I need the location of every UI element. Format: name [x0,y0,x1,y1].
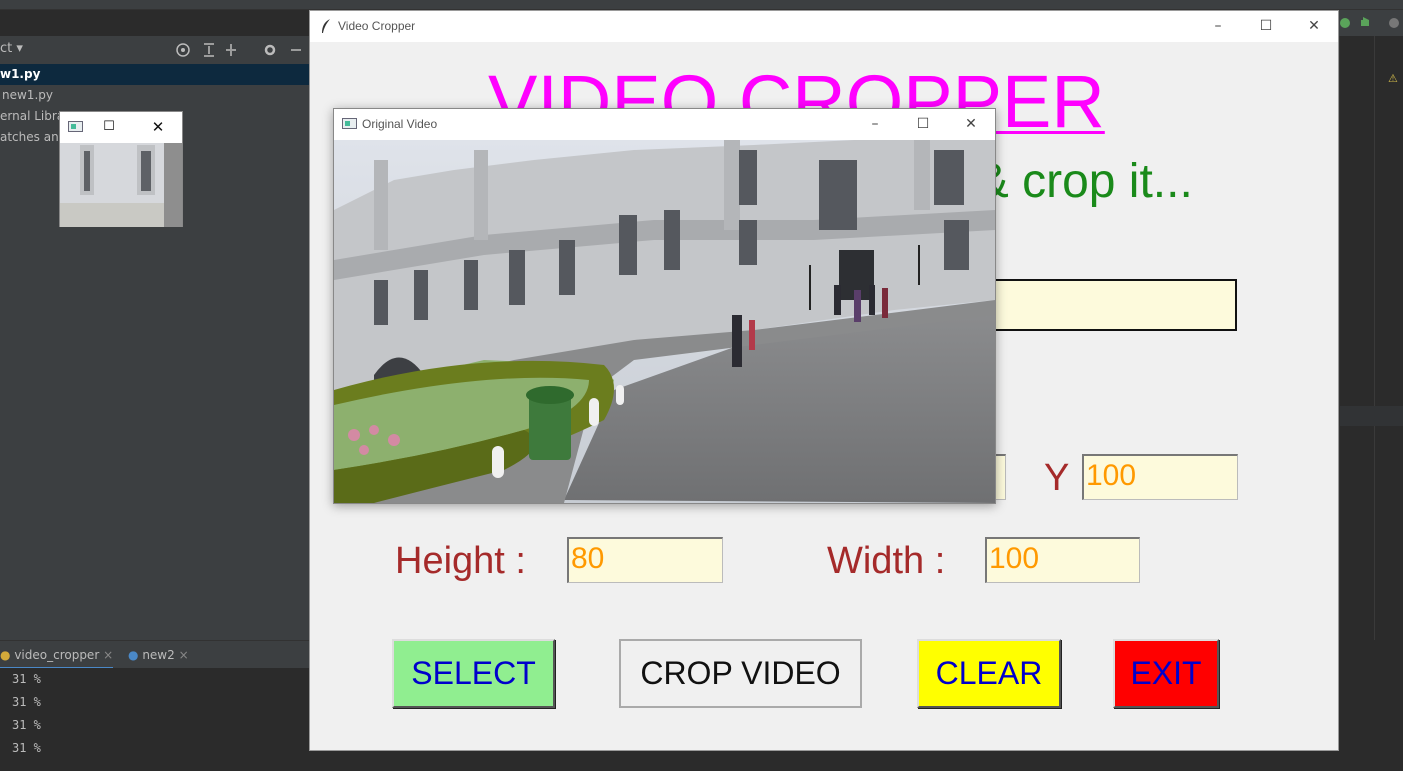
video-titlebar: Original Video – ☐ ✕ [334,109,995,140]
close-icon[interactable]: × [179,648,189,662]
video-frame-image [334,140,995,503]
console-line: 31 % [12,695,41,709]
width-field[interactable]: 100 [985,537,1140,583]
cropped-video-window[interactable]: ☐ ✕ [59,111,183,227]
maximize-icon[interactable]: ☐ [93,112,125,142]
close-icon[interactable]: ✕ [948,109,994,140]
cropped-building-image [60,143,182,227]
maximize-icon[interactable]: ☐ [1243,11,1289,42]
mini-titlebar: ☐ ✕ [60,112,182,142]
maximize-icon[interactable]: ☐ [900,109,946,140]
height-label: Height : [395,540,526,582]
project-toolbar: ct ▾ [0,36,309,64]
y-field[interactable]: 100 [1082,454,1238,500]
exit-button[interactable]: EXIT [1113,639,1219,708]
main-titlebar: Video Cropper – ☐ ✕ [310,11,1338,42]
python-icon: ● [128,648,139,662]
minimize-icon[interactable]: – [1195,11,1241,42]
height-field[interactable]: 80 [567,537,723,583]
video-frame [334,140,995,503]
console-line: 31 % [12,718,41,732]
project-view-selector[interactable]: ct ▾ [0,41,23,56]
clear-button[interactable]: CLEAR [917,639,1061,708]
close-icon[interactable]: × [103,648,113,662]
tree-item-new1[interactable]: w1.py [0,64,309,85]
tree-item-new1-file[interactable]: new1.py [0,85,309,106]
project-toolbar-icons [176,43,301,57]
editor-highlight-row [1340,406,1403,426]
window-title: Video Cropper [338,19,416,33]
select-button[interactable]: SELECT [392,639,555,708]
original-video-window[interactable]: Original Video – ☐ ✕ [333,108,996,504]
run-tabs: ● video_cropper × ● new2 × [0,640,309,669]
warning-icon: ⚠ [1388,72,1398,85]
tab-new2[interactable]: ● new2 × [128,641,189,669]
minimize-icon[interactable]: – [852,109,898,140]
y-label: Y [1044,457,1070,499]
ide-top-bar [0,0,1403,10]
console-output: 31 % 31 % 31 % 31 % [0,668,309,771]
tab-video-cropper[interactable]: ● video_cropper × [0,641,113,669]
editor-area: ⚠ [1339,36,1403,640]
console-line: 31 % [12,741,41,755]
python-icon: ● [0,648,11,662]
editor-divider [1374,36,1375,640]
app-icon [68,121,83,132]
run-toolbar-icons [1340,17,1399,28]
close-icon[interactable]: ✕ [142,112,174,142]
close-icon[interactable]: ✕ [1291,11,1337,42]
console-line: 31 % [12,672,41,686]
cropped-video-frame [60,143,182,227]
crop-video-button[interactable]: CROP VIDEO [619,639,862,708]
width-label: Width : [827,540,946,582]
feather-icon [322,19,330,33]
ide-run-toolbar [1339,10,1403,36]
app-icon [342,118,357,129]
video-window-title: Original Video [362,117,438,131]
